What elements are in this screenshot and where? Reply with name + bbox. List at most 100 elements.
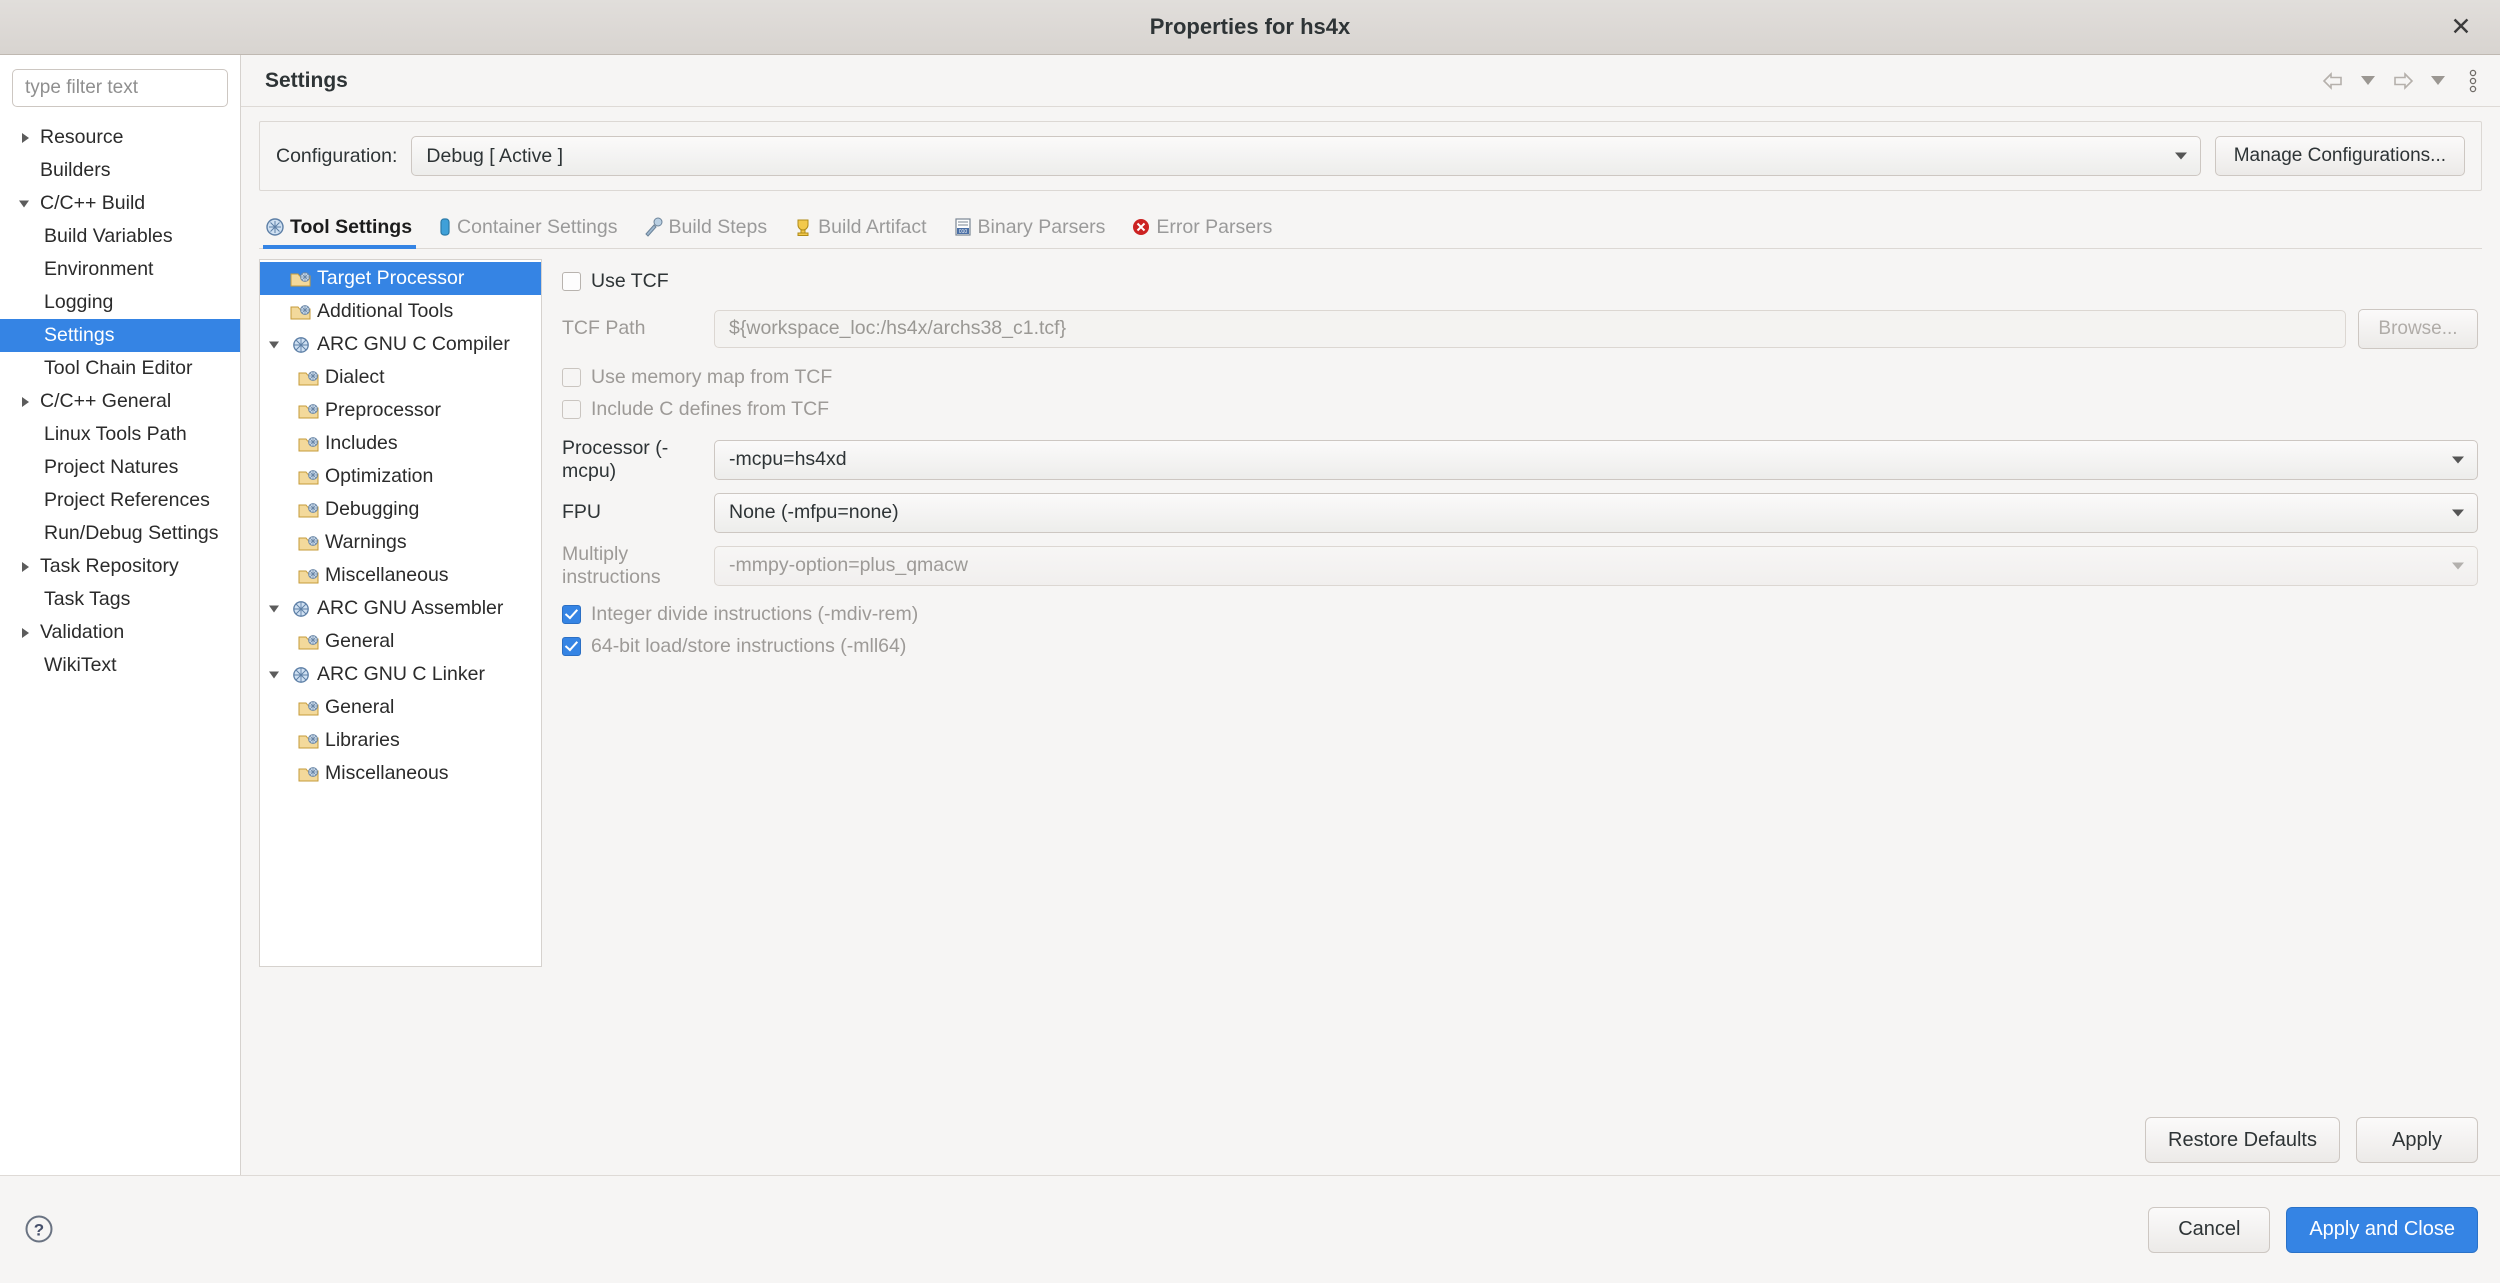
sidebar-item-label: Task Repository xyxy=(40,555,179,577)
tcf-path-input[interactable]: ${workspace_loc:/hs4x/archs38_c1.tcf} xyxy=(714,309,2346,348)
tool-tree-item-label: General xyxy=(325,696,395,718)
close-icon[interactable]: ✕ xyxy=(2440,6,2482,48)
sidebar-item-task-tags[interactable]: Task Tags xyxy=(12,583,228,616)
sidebar-item-project-natures[interactable]: Project Natures xyxy=(12,451,228,484)
manage-configurations-button[interactable]: Manage Configurations... xyxy=(2214,136,2465,176)
tool-tree-item-debugging[interactable]: Debugging xyxy=(260,493,541,526)
tool-tree-item-arc-gnu-c-linker[interactable]: ARC GNU C Linker xyxy=(260,658,541,691)
forward-arrow-icon[interactable] xyxy=(2392,70,2414,92)
compiler-icon xyxy=(290,336,312,354)
tool-settings-icon xyxy=(265,217,285,237)
tab-binary-parsers[interactable]: 010 Binary Parsers xyxy=(951,206,1110,248)
tool-tree-item-miscellaneous[interactable]: Miscellaneous xyxy=(260,559,541,592)
help-icon[interactable]: ? xyxy=(22,1212,58,1248)
apply-button[interactable]: Apply xyxy=(2356,1117,2478,1163)
sidebar-item-project-references[interactable]: Project References xyxy=(12,484,228,517)
tool-tree-item-miscellaneous[interactable]: Miscellaneous xyxy=(260,757,541,790)
tool-tree-item-includes[interactable]: Includes xyxy=(260,427,541,460)
tool-tree-item-label: Includes xyxy=(325,432,398,454)
sidebar-item-label: C/C++ General xyxy=(40,390,172,412)
page-toolbar xyxy=(2322,69,2484,92)
tool-tree-item-additional-tools[interactable]: Additional Tools xyxy=(260,295,541,328)
include-c-defines-checkbox[interactable] xyxy=(562,399,581,419)
restore-defaults-button[interactable]: Restore Defaults xyxy=(2145,1117,2340,1163)
tab-error-parsers[interactable]: Error Parsers xyxy=(1129,206,1276,248)
load-store-64-checkbox[interactable] xyxy=(562,636,581,656)
processor-select[interactable]: -mcpu=hs4xd xyxy=(714,439,2478,480)
tool-tree-item-arc-gnu-assembler[interactable]: ARC GNU Assembler xyxy=(260,592,541,625)
use-memory-map-row[interactable]: Use memory map from TCF xyxy=(562,361,2478,393)
filter-input[interactable] xyxy=(12,69,228,107)
tool-tree-item-warnings[interactable]: Warnings xyxy=(260,526,541,559)
folder-tool-icon xyxy=(298,369,320,387)
sidebar-item-label: Task Tags xyxy=(44,588,131,610)
tool-tree-item-preprocessor[interactable]: Preprocessor xyxy=(260,394,541,427)
sidebar-item-logging[interactable]: Logging xyxy=(12,286,228,319)
integer-divide-checkbox[interactable] xyxy=(562,604,581,624)
page-header: Settings xyxy=(241,55,2500,107)
tool-tree-item-arc-gnu-c-compiler[interactable]: ARC GNU C Compiler xyxy=(260,328,541,361)
tool-tree[interactable]: Target Processor Additional Tools ARC GNU … xyxy=(259,259,542,967)
sidebar-item-builders[interactable]: Builders xyxy=(12,154,228,187)
load-store-64-row[interactable]: 64-bit load/store instructions (-mll64) xyxy=(562,630,2478,662)
view-menu-icon[interactable] xyxy=(2462,69,2484,92)
fpu-row: FPU None (-mfpu=none) xyxy=(562,492,2478,533)
configuration-select[interactable]: Debug [ Active ] xyxy=(411,136,2201,176)
sidebar-item-validation[interactable]: Validation xyxy=(12,616,228,649)
settings-content: Configuration: Debug [ Active ] Manage C… xyxy=(241,107,2500,1103)
fpu-select[interactable]: None (-mfpu=none) xyxy=(714,492,2478,533)
tool-tree-item-general[interactable]: General xyxy=(260,691,541,724)
tool-tree-item-dialect[interactable]: Dialect xyxy=(260,361,541,394)
apply-and-close-button[interactable]: Apply and Close xyxy=(2286,1206,2478,1253)
include-c-defines-row[interactable]: Include C defines from TCF xyxy=(562,393,2478,425)
tool-tree-item-label: ARC GNU Assembler xyxy=(317,597,504,619)
sidebar-item-resource[interactable]: Resource xyxy=(12,121,228,154)
browse-button[interactable]: Browse... xyxy=(2358,308,2478,349)
tool-tree-item-optimization[interactable]: Optimization xyxy=(260,460,541,493)
multiply-instructions-select[interactable]: -mmpy-option=plus_qmacw xyxy=(714,545,2478,586)
folder-tool-icon xyxy=(298,402,320,420)
container-icon xyxy=(438,217,452,237)
sidebar-item-wikitext[interactable]: WikiText xyxy=(12,649,228,682)
use-tcf-row[interactable]: Use TCF xyxy=(562,265,2478,297)
tool-tree-item-label: Miscellaneous xyxy=(325,762,449,784)
tool-tree-item-label: Warnings xyxy=(325,531,407,553)
multiply-instructions-row: Multiply instructions -mmpy-option=plus_… xyxy=(562,542,2478,588)
forward-dropdown-icon[interactable] xyxy=(2427,70,2449,92)
sidebar-item-environment[interactable]: Environment xyxy=(12,253,228,286)
back-dropdown-icon[interactable] xyxy=(2357,70,2379,92)
binary-parsers-icon: 010 xyxy=(953,217,973,237)
tab-build-artifact[interactable]: Build Artifact xyxy=(791,206,930,248)
multiply-instructions-label: Multiply instructions xyxy=(562,542,661,588)
error-parsers-icon xyxy=(1131,217,1151,237)
multiply-instructions-value: -mmpy-option=plus_qmacw xyxy=(729,554,968,576)
configuration-label: Configuration: xyxy=(276,144,398,167)
back-arrow-icon[interactable] xyxy=(2322,70,2344,92)
tab-build-steps[interactable]: Build Steps xyxy=(641,206,771,248)
sidebar-item-linux-tools-path[interactable]: Linux Tools Path xyxy=(12,418,228,451)
sidebar-item-build-variables[interactable]: Build Variables xyxy=(12,220,228,253)
sidebar-item-label: Project Natures xyxy=(44,456,179,478)
tab-tool-settings[interactable]: Tool Settings xyxy=(263,206,417,249)
tool-tree-item-target-processor[interactable]: Target Processor xyxy=(260,262,541,295)
sidebar-item-c-c-general[interactable]: C/C++ General xyxy=(12,385,228,418)
chevron-down-icon xyxy=(2452,509,2464,516)
tool-tree-item-label: Preprocessor xyxy=(325,399,441,421)
sidebar-item-run-debug-settings[interactable]: Run/Debug Settings xyxy=(12,517,228,550)
integer-divide-row[interactable]: Integer divide instructions (-mdiv-rem) xyxy=(562,598,2478,630)
tool-tree-item-general[interactable]: General xyxy=(260,625,541,658)
sidebar-item-task-repository[interactable]: Task Repository xyxy=(12,550,228,583)
use-memory-map-checkbox[interactable] xyxy=(562,367,581,387)
sidebar-item-label: Settings xyxy=(44,324,115,346)
sidebar-item-label: Logging xyxy=(44,291,114,313)
compiler-icon xyxy=(290,600,312,618)
sidebar-item-settings[interactable]: Settings xyxy=(0,319,240,352)
use-tcf-checkbox[interactable] xyxy=(562,271,581,291)
sidebar-item-c-c-build[interactable]: C/C++ Build xyxy=(12,187,228,220)
tool-tree-item-label: Additional Tools xyxy=(317,300,454,322)
tool-tree-item-libraries[interactable]: Libraries xyxy=(260,724,541,757)
cancel-button[interactable]: Cancel xyxy=(2148,1206,2271,1253)
sidebar-item-tool-chain-editor[interactable]: Tool Chain Editor xyxy=(12,352,228,385)
folder-tool-icon xyxy=(298,501,320,519)
tab-container-settings[interactable]: Container Settings xyxy=(436,206,621,248)
